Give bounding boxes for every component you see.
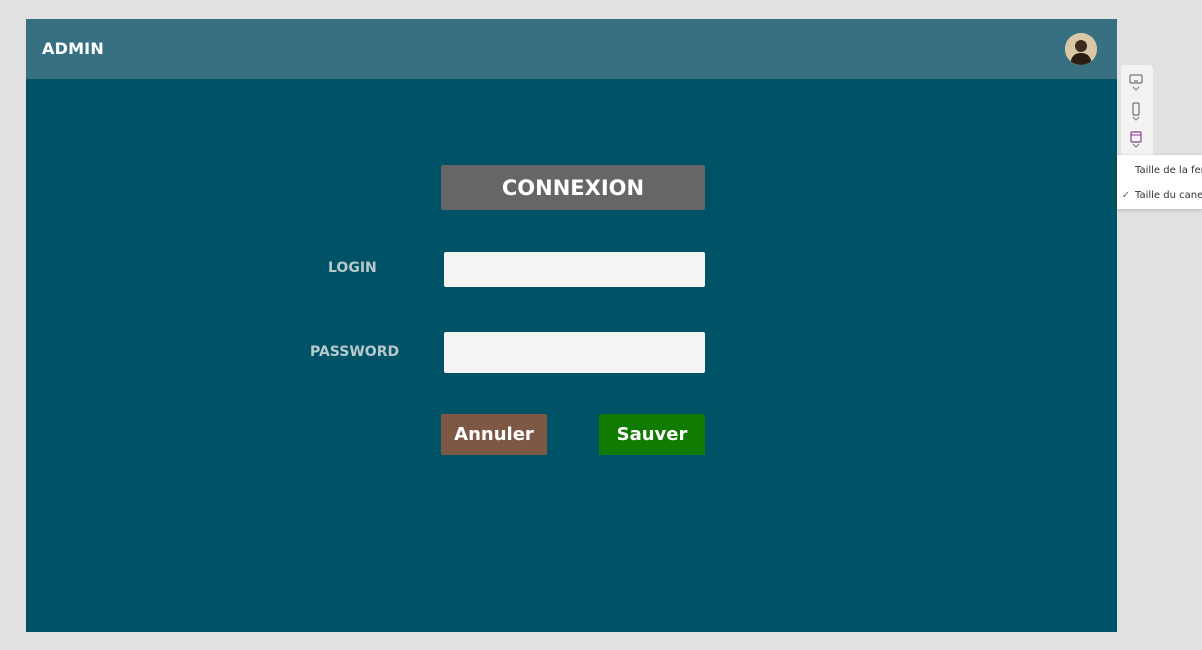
size-dropdown-menu: Taille de la fen ✓ Taille du canev [1117,155,1202,209]
chevron-down-icon [1132,143,1140,148]
app-title: ADMIN [42,39,104,58]
save-button[interactable]: Sauver [599,414,705,455]
cancel-button[interactable]: Annuler [441,414,547,455]
phone-size-tool[interactable] [1128,102,1144,122]
user-avatar[interactable] [1065,33,1097,65]
header-bar: ADMIN [26,19,1117,79]
menu-item-canvas-size[interactable]: ✓ Taille du canev [1117,182,1202,208]
checkmark-icon: ✓ [1121,189,1131,201]
menu-item-label: Taille de la fen [1135,164,1202,176]
monitor-icon [1129,74,1143,84]
avatar-photo-icon [1065,33,1097,65]
menu-item-window-size[interactable]: Taille de la fen [1117,157,1202,183]
canvas-size-tool[interactable] [1128,131,1144,149]
login-input[interactable] [444,252,705,287]
chevron-down-icon [1132,86,1140,91]
phone-icon [1132,102,1140,116]
page-heading: CONNEXION [441,165,705,210]
password-input[interactable] [444,332,705,373]
password-label: PASSWORD [310,344,400,360]
size-toolbar [1121,65,1153,157]
tablet-icon [1130,131,1142,143]
monitor-size-tool[interactable] [1128,74,1144,92]
login-label: LOGIN [328,260,377,276]
app-canvas: ADMIN CONNEXION LOGIN PASSWORD Annuler S… [26,19,1117,632]
chevron-down-icon [1132,116,1140,121]
menu-item-label: Taille du canev [1135,189,1202,201]
